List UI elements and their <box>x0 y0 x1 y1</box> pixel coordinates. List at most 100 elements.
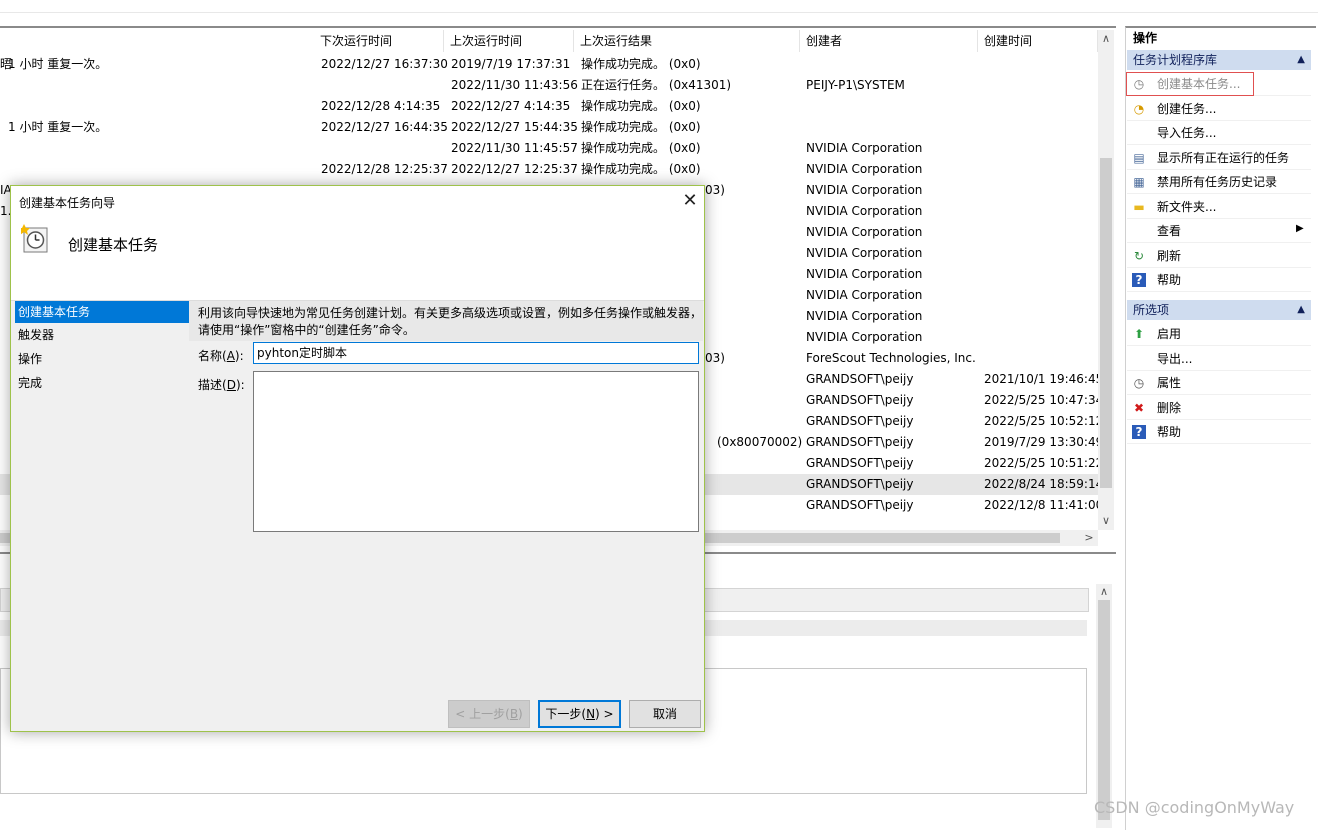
action-item[interactable]: ⬆ 启用 <box>1127 322 1311 346</box>
step-action[interactable]: 操作 <box>15 348 189 370</box>
task-icon: ◔ <box>1133 101 1145 116</box>
cell-author: NVIDIA Corporation <box>806 267 923 281</box>
cell-next: 2022/12/27 16:44:35 <box>321 120 448 134</box>
cell-author: NVIDIA Corporation <box>806 162 923 176</box>
watermark: CSDN @codingOnMyWay <box>1094 798 1295 817</box>
refresh-icon: ↻ <box>1133 248 1145 263</box>
action-item[interactable]: ? 帮助 <box>1127 268 1311 292</box>
action-item[interactable]: ↻ 刷新 <box>1127 244 1311 268</box>
cell-author: NVIDIA Corporation <box>806 141 923 155</box>
cell-author: NVIDIA Corporation <box>806 183 923 197</box>
action-item[interactable]: 导出... <box>1127 347 1311 371</box>
action-item-label: 帮助 <box>1157 273 1182 287</box>
task-list-scroll-thumb[interactable] <box>1100 158 1112 488</box>
column-header-last-run[interactable]: 上次运行时间 <box>444 30 574 52</box>
action-item[interactable]: 查看 <box>1127 219 1311 243</box>
task-name-input[interactable]: pyhton定时脚本 <box>253 342 699 364</box>
dialog-banner <box>11 216 704 301</box>
column-header-created[interactable]: 创建时间 <box>978 30 1098 52</box>
back-button[interactable]: < 上一步(B) <box>448 700 530 728</box>
cell-next: 2022/12/28 12:25:37 <box>321 162 448 176</box>
cell-next: 2022/12/27 16:37:30 <box>321 57 448 71</box>
step-trigger[interactable]: 触发器 <box>15 324 189 346</box>
cell-author: GRANDSOFT\peijy <box>806 456 914 470</box>
cell-author: NVIDIA Corporation <box>806 330 923 344</box>
cell-author: GRANDSOFT\peijy <box>806 393 914 407</box>
cell-created: 2022/5/25 10:52:12 <box>984 414 1104 428</box>
scroll-down-icon[interactable]: ∨ <box>1099 514 1113 528</box>
cancel-button[interactable]: 取消 <box>629 700 701 728</box>
submenu-arrow-icon: ▶ <box>1296 223 1304 234</box>
action-item-label: 查看 <box>1157 224 1182 238</box>
action-item[interactable]: ▦ 禁用所有任务历史记录 <box>1127 170 1311 194</box>
cell-author: ForeScout Technologies, Inc. <box>806 351 976 365</box>
cell-last: 2019/7/19 17:37:31 <box>451 57 571 71</box>
cell-author: GRANDSOFT\peijy <box>806 372 914 386</box>
column-header-next-run[interactable]: 下次运行时间 <box>314 30 444 52</box>
column-header-author[interactable]: 创建者 <box>800 30 978 52</box>
cell-last: 2022/11/30 11:45:57 <box>451 141 578 155</box>
collapse-caret-icon[interactable]: ▲ <box>1297 300 1305 320</box>
cell-author: GRANDSOFT\peijy <box>806 414 914 428</box>
cell-author: NVIDIA Corporation <box>806 288 923 302</box>
action-item-label: 导入任务... <box>1157 126 1217 140</box>
close-icon[interactable]: ✕ <box>679 190 701 212</box>
column-header-last-result[interactable]: 上次运行结果 <box>574 30 800 52</box>
arrow-up-icon: ⬆ <box>1133 327 1145 341</box>
help-icon: ? <box>1132 273 1146 287</box>
running-tasks-icon: ▤ <box>1133 150 1145 165</box>
action-item-label: 帮助 <box>1157 425 1182 439</box>
scroll-up-icon[interactable]: ∧ <box>1099 32 1113 46</box>
cell-result: (0x80070002) <box>717 435 803 449</box>
action-item[interactable]: ◷ 属性 <box>1127 371 1311 395</box>
section-selected-item[interactable]: 所选项 ▲ <box>1127 300 1311 320</box>
section-task-library[interactable]: 任务计划程序库 ▲ <box>1127 50 1311 70</box>
action-item[interactable]: ◔ 创建任务... <box>1127 97 1311 121</box>
cell-trigger: 1 小时 重复一次。 <box>8 57 108 71</box>
action-item-label: 显示所有正在运行的任务 <box>1157 150 1290 165</box>
cell-author: PEIJY-P1\SYSTEM <box>806 78 905 92</box>
delete-icon: ✖ <box>1133 400 1145 415</box>
scroll-right-icon[interactable]: > <box>1082 531 1096 545</box>
history-icon: ▦ <box>1133 175 1145 189</box>
cell-last: 2022/12/27 12:25:37 <box>451 162 578 176</box>
actions-title: 操作 <box>1133 31 1158 45</box>
cell-trigger: 1 小时 重复一次。 <box>8 120 108 134</box>
action-item[interactable]: ▤ 显示所有正在运行的任务 <box>1127 146 1311 170</box>
next-button[interactable]: 下一步(N) > <box>538 700 621 728</box>
action-item-label: 禁用所有任务历史记录 <box>1157 175 1278 189</box>
cell-author: NVIDIA Corporation <box>806 309 923 323</box>
cell-created: 2019/7/29 13:30:49 <box>984 435 1104 449</box>
step-create-basic-task[interactable]: 创建基本任务 <box>15 301 189 323</box>
action-item-label: 删除 <box>1157 400 1182 415</box>
cell-result: 03) <box>705 183 725 197</box>
action-item-label: 刷新 <box>1157 248 1182 263</box>
dialog-title: 创建基本任务向导 <box>19 196 116 210</box>
action-item-label: 新文件夹... <box>1157 199 1217 214</box>
cell-next: 2022/12/28 4:14:35 <box>321 99 441 113</box>
cell-last: 2022/12/27 15:44:35 <box>451 120 578 134</box>
action-item[interactable]: ✖ 删除 <box>1127 396 1311 420</box>
cell-author: GRANDSOFT\peijy <box>806 435 914 449</box>
section-selected-item-label: 所选项 <box>1133 303 1170 317</box>
detail-scroll-up-icon[interactable]: ∧ <box>1097 585 1111 599</box>
description-label: 描述(D): <box>198 378 245 392</box>
help-icon: ? <box>1132 425 1146 439</box>
properties-icon: ◷ <box>1133 376 1145 390</box>
cell-result: 操作成功完成。 (0x0) <box>581 162 701 176</box>
action-item[interactable]: 导入任务... <box>1127 121 1311 145</box>
action-item-label: 启用 <box>1157 327 1182 341</box>
cell-created: 2022/8/24 18:59:14 <box>984 477 1104 491</box>
task-description-input[interactable] <box>253 371 699 532</box>
dialog-heading: 创建基本任务 <box>68 236 159 254</box>
cell-author: NVIDIA Corporation <box>806 225 923 239</box>
action-item[interactable]: ▬ 新文件夹... <box>1127 195 1311 219</box>
action-item[interactable]: ? 帮助 <box>1127 420 1311 444</box>
cell-author: GRANDSOFT\peijy <box>806 477 914 491</box>
wizard-intro-text: 利用该向导快速地为常见任务创建计划。有关更多高级选项或设置，例如多任务操作或触发… <box>198 306 703 337</box>
section-task-library-label: 任务计划程序库 <box>1133 53 1218 67</box>
step-finish[interactable]: 完成 <box>15 372 189 394</box>
cell-created: 2022/12/8 11:41:00 <box>984 498 1104 512</box>
detail-scroll-thumb[interactable] <box>1098 600 1110 820</box>
collapse-caret-icon[interactable]: ▲ <box>1297 50 1305 70</box>
